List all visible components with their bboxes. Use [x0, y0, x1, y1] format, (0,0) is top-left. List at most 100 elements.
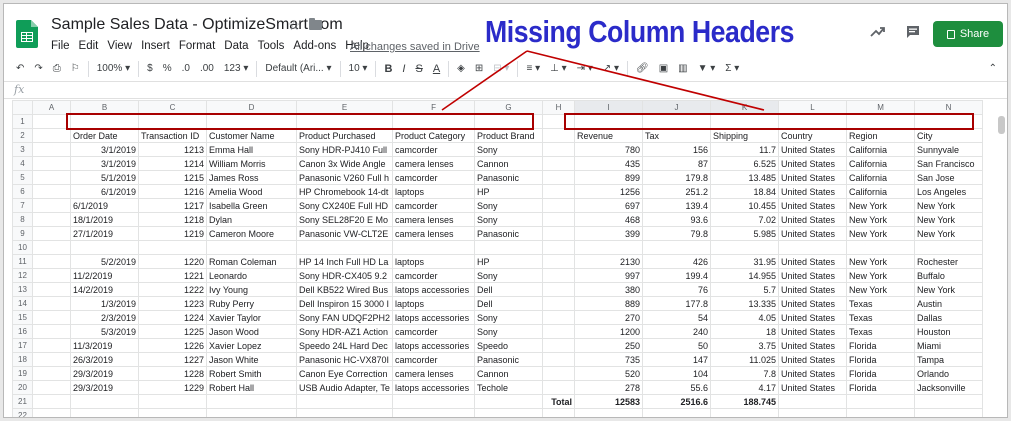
table-cell[interactable]	[32, 184, 71, 199]
table-cell[interactable]: United States	[778, 184, 848, 199]
undo-icon[interactable]: ↶	[4, 63, 29, 74]
table-cell[interactable]: Customer Name	[206, 128, 297, 143]
table-cell[interactable]	[392, 240, 476, 255]
table-cell[interactable]: Robert Smith	[206, 366, 297, 381]
save-status-link[interactable]: All changes saved in Drive	[350, 41, 480, 53]
table-cell[interactable]: 1/3/2019	[70, 296, 139, 311]
table-cell[interactable]: Xavier Lopez	[206, 338, 297, 353]
table-cell[interactable]: Sony FAN UDQF2PH2	[295, 310, 394, 325]
table-cell[interactable]: 188.745	[710, 394, 780, 409]
table-cell[interactable]: 697	[574, 198, 644, 213]
table-cell[interactable]	[542, 170, 576, 185]
table-cell[interactable]: Cameron Moore	[206, 226, 297, 241]
table-cell[interactable]: Dallas	[914, 310, 984, 325]
column-header[interactable]: J	[642, 100, 712, 115]
table-cell[interactable]: camera lenses	[392, 156, 476, 171]
table-cell[interactable]	[542, 198, 576, 213]
table-cell[interactable]: Sony	[474, 142, 544, 157]
table-cell[interactable]: 179.8	[642, 170, 712, 185]
table-cell[interactable]: Sony HDR-CX405 9.2	[295, 268, 394, 283]
table-cell[interactable]: 18/1/2019	[70, 212, 139, 227]
row-header[interactable]: 12	[12, 268, 33, 283]
table-cell[interactable]: United States	[778, 268, 848, 283]
table-cell[interactable]: Florida	[846, 352, 916, 367]
table-cell[interactable]	[32, 170, 71, 185]
column-header[interactable]: A	[32, 100, 71, 115]
table-cell[interactable]: Speedo	[474, 338, 544, 353]
row-header[interactable]: 14	[12, 296, 33, 311]
italic-button[interactable]: I	[397, 63, 410, 75]
table-cell[interactable]: 11/3/2019	[70, 338, 139, 353]
table-cell[interactable]: California	[846, 142, 916, 157]
table-cell[interactable]: Robert Hall	[206, 380, 297, 395]
table-cell[interactable]: United States	[778, 254, 848, 269]
column-header[interactable]: B	[70, 100, 139, 115]
table-cell[interactable]: United States	[778, 282, 848, 297]
filter-icon[interactable]: ▼ ▾	[693, 63, 721, 74]
table-cell[interactable]: 26/3/2019	[70, 352, 139, 367]
column-header[interactable]: K	[710, 100, 780, 115]
table-cell[interactable]	[32, 198, 71, 213]
table-cell[interactable]: latops accessories	[392, 380, 476, 395]
table-cell[interactable]: 399	[574, 226, 644, 241]
table-cell[interactable]: Florida	[846, 338, 916, 353]
menu-tools[interactable]: Tools	[258, 40, 285, 52]
table-cell[interactable]	[32, 114, 71, 129]
font-select[interactable]: Default (Ari... ▾	[260, 63, 336, 74]
table-cell[interactable]: United States	[778, 226, 848, 241]
table-cell[interactable]	[32, 338, 71, 353]
table-cell[interactable]: New York	[846, 198, 916, 213]
row-header[interactable]: 22	[12, 408, 33, 417]
table-cell[interactable]: Roman Coleman	[206, 254, 297, 269]
table-cell[interactable]: Sony HDR-AZ1 Action	[295, 324, 394, 339]
table-cell[interactable]	[542, 142, 576, 157]
row-header[interactable]: 15	[12, 310, 33, 325]
table-cell[interactable]: Jason White	[206, 352, 297, 367]
table-cell[interactable]: laptops	[392, 254, 476, 269]
table-cell[interactable]: 5/2/2019	[70, 254, 139, 269]
table-cell[interactable]: New York	[914, 198, 984, 213]
table-cell[interactable]	[206, 408, 297, 417]
table-cell[interactable]: San Jose	[914, 170, 984, 185]
table-cell[interactable]: 3/1/2019	[70, 156, 139, 171]
table-cell[interactable]: Ivy Young	[206, 282, 297, 297]
folder-icon[interactable]	[309, 18, 322, 30]
table-cell[interactable]: 380	[574, 282, 644, 297]
table-cell[interactable]: Houston	[914, 324, 984, 339]
table-cell[interactable]: 1213	[138, 142, 207, 157]
table-cell[interactable]: 2516.6	[642, 394, 712, 409]
table-cell[interactable]: New York	[846, 254, 916, 269]
table-cell[interactable]: Cannon	[474, 366, 544, 381]
comment-icon[interactable]	[906, 25, 920, 39]
table-cell[interactable]: Florida	[846, 366, 916, 381]
table-cell[interactable]: 1219	[138, 226, 207, 241]
table-cell[interactable]: Texas	[846, 324, 916, 339]
more-formats-select[interactable]: 123 ▾	[219, 63, 254, 74]
table-cell[interactable]	[474, 114, 544, 129]
table-cell[interactable]: United States	[778, 142, 848, 157]
table-cell[interactable]: latops accessories	[392, 282, 476, 297]
table-cell[interactable]: 1221	[138, 268, 207, 283]
table-cell[interactable]: United States	[778, 170, 848, 185]
decrease-decimal-button[interactable]: .0	[177, 63, 195, 74]
table-cell[interactable]: Jacksonville	[914, 380, 984, 395]
star-icon[interactable]: ☆	[288, 17, 301, 34]
table-cell[interactable]	[474, 408, 544, 417]
table-cell[interactable]	[846, 394, 916, 409]
column-header[interactable]: H	[542, 100, 576, 115]
table-cell[interactable]: 18.84	[710, 184, 780, 199]
table-cell[interactable]: Country	[778, 128, 848, 143]
table-cell[interactable]: 5.985	[710, 226, 780, 241]
table-cell[interactable]: 1226	[138, 338, 207, 353]
table-cell[interactable]: United States	[778, 212, 848, 227]
table-cell[interactable]	[846, 408, 916, 417]
table-cell[interactable]: Dell KB522 Wired Bus	[295, 282, 394, 297]
table-cell[interactable]: Sony	[474, 310, 544, 325]
table-cell[interactable]	[32, 226, 71, 241]
table-cell[interactable]: 199.4	[642, 268, 712, 283]
row-header[interactable]: 2	[12, 128, 33, 143]
table-cell[interactable]: 13.485	[710, 170, 780, 185]
table-cell[interactable]	[914, 114, 984, 129]
menu-view[interactable]: View	[107, 40, 132, 52]
table-cell[interactable]: New York	[914, 226, 984, 241]
